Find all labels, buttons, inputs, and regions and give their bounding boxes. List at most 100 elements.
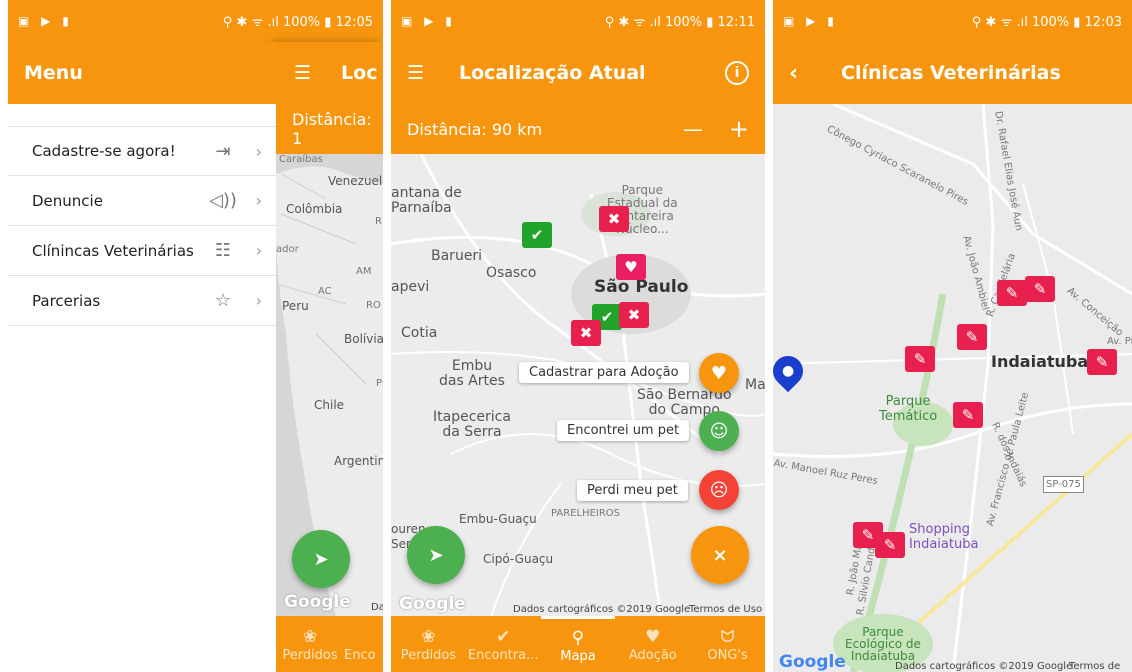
clinic-marker[interactable]: ✎ [1025, 276, 1055, 302]
chevron-right-icon: › [255, 141, 262, 161]
found-pet-marker[interactable]: ✔ [522, 222, 552, 248]
map-label-ro: RO [366, 300, 381, 311]
menu-item-denuncie[interactable]: Denuncie ◁)) › [8, 176, 276, 226]
clinic-marker[interactable]: ✎ [905, 346, 935, 372]
action-label-found[interactable]: Encontrei um pet [557, 420, 690, 441]
menu-item-cadastre[interactable]: Cadastre-se agora! ⇥ › [8, 126, 276, 176]
close-icon: × [712, 544, 728, 566]
status-left-icons: ▣ ▶ ▮ [401, 14, 456, 28]
clinic-marker[interactable]: ✎ [997, 280, 1027, 306]
map-label-parque-ecologico: Parque Ecológico de Indaiatuba [845, 625, 921, 663]
speaker-icon: ◁)) [209, 190, 237, 211]
zoom-out-button[interactable]: — [683, 117, 703, 141]
locate-button[interactable]: ➤ [407, 526, 465, 584]
syringe-icon: ✎ [913, 350, 927, 368]
nav-label: Perdidos [282, 647, 338, 663]
syringe-icon: ✎ [961, 406, 975, 424]
clinic-marker[interactable]: ✎ [875, 532, 905, 558]
syringe-icon: ✎ [883, 536, 897, 554]
background-bottom-nav: ❀ Perdidos Enco [276, 616, 383, 672]
clinic-marker[interactable]: ✎ [957, 324, 987, 350]
map-label-am: AM [356, 266, 372, 277]
close-speed-dial-button[interactable]: × [691, 526, 749, 584]
lost-action-button[interactable]: ☹ [699, 470, 739, 510]
background-app-bar: ☰ Loc [276, 42, 383, 104]
map-label-osasco: Osasco [486, 265, 537, 281]
navigation-arrow-icon: ➤ [428, 544, 444, 566]
clinics-map[interactable]: Cônego Cyriaco Scaranelo Pires Dr. Rafae… [773, 104, 1132, 672]
map-label-shopping: Shopping Indaiatuba [909, 522, 979, 552]
menu-icon[interactable]: ☰ [407, 62, 429, 84]
found-action-button[interactable]: ☺ [699, 411, 739, 451]
nav-adocao[interactable]: ♥ Adoção [615, 616, 690, 672]
terms-link[interactable]: Termos de Us [1069, 661, 1132, 672]
syringe-icon: ✎ [1005, 284, 1019, 302]
status-right: ⚲ ✱ ᯤ .ıl 100% ▮ 12:11 [604, 15, 755, 30]
nav-perdidos[interactable]: ❀ Perdidos [391, 616, 466, 672]
syringe-icon: ✎ [1095, 353, 1109, 371]
locate-button[interactable]: ➤ [292, 530, 350, 588]
star-icon: ☆ [214, 290, 232, 311]
menu-item-label: Parcerias [32, 291, 101, 310]
map-label-ma: Ma [745, 377, 765, 393]
close-icon: ✖ [627, 306, 641, 324]
background-distance: Distância: 1 [292, 110, 372, 148]
map-road-sp075: SP-075 [1043, 476, 1084, 493]
nav-perdidos[interactable]: ❀ Perdidos [276, 616, 344, 672]
action-label-lost[interactable]: Perdi meu pet [577, 480, 688, 501]
menu-icon[interactable]: ☰ [294, 62, 311, 84]
drawer-title: Menu [24, 62, 83, 84]
chevron-right-icon: › [255, 241, 262, 260]
lost-pet-marker[interactable]: ✖ [571, 320, 601, 346]
map-view[interactable]: antana de Parnaíba Parque Estadual da Ca… [391, 154, 765, 616]
check-icon: ✔ [600, 308, 614, 326]
back-icon[interactable]: ‹ [789, 61, 811, 86]
terms-link[interactable]: Termos de Uso [689, 604, 762, 615]
clinic-marker[interactable]: ✎ [1087, 349, 1117, 375]
nav-label: Adoção [628, 647, 677, 663]
nav-ongs[interactable]: ᗢ ONG's [690, 616, 765, 672]
map-label-colombia: Colômbia [286, 202, 343, 216]
close-icon: ✖ [579, 324, 593, 342]
check-icon: ✔ [496, 626, 511, 647]
nav-encontrados[interactable]: ✔ Encontra... [466, 616, 541, 672]
distance-bar: Distância: 90 km — + [391, 104, 765, 154]
clinic-marker[interactable]: ✎ [953, 402, 983, 428]
app-bar: ‹ Clínicas Veterinárias [773, 42, 1132, 104]
check-icon [344, 626, 349, 648]
menu-item-clinicas[interactable]: Clínincas Veterinárias ☷ › [8, 226, 276, 276]
nav-label: Mapa [560, 649, 596, 664]
google-logo: Google [399, 594, 466, 614]
adoption-action-button[interactable]: ♥ [699, 353, 739, 393]
nav-encontrados[interactable]: Enco [344, 616, 383, 672]
menu-item-parcerias[interactable]: Parcerias ☆ › [8, 276, 276, 326]
heart-icon: ♥ [645, 626, 661, 647]
attribution-partial: Da [371, 602, 383, 613]
login-icon: ⇥ [215, 140, 231, 162]
background-map-screen: ☰ Loc Distância: 1 Caraíbas Venezuela Co… [276, 42, 383, 672]
chevron-right-icon: › [255, 191, 262, 210]
map-label-bolivia: Bolívia [344, 332, 383, 346]
map-label-santana: antana de Parnaíba [391, 185, 462, 216]
syringe-icon: ✎ [1033, 280, 1047, 298]
status-bar: ▣ ▶ ▮ ⚲ ✱ ᯤ .ıl 100% ▮ 12:05 [8, 0, 383, 42]
paw-icon: ❀ [302, 626, 318, 647]
heart-icon: ♥ [624, 258, 638, 276]
status-right: ⚲ ✱ ᯤ .ıl 100% ▮ 12:03 [971, 15, 1122, 30]
adoption-marker[interactable]: ♥ [616, 254, 646, 280]
lost-pet-marker[interactable]: ✖ [619, 302, 649, 328]
info-icon[interactable]: i [725, 61, 749, 85]
status-bar: ▣ ▶ ▮ ⚲ ✱ ᯤ .ıl 100% ▮ 12:03 [773, 0, 1132, 42]
distance-label: Distância: 90 km [407, 119, 543, 139]
lost-pet-marker[interactable]: ✖ [599, 206, 629, 232]
menu-item-label: Denuncie [32, 191, 103, 210]
nav-mapa[interactable]: ⚲ Mapa [540, 616, 616, 672]
smile-icon: ☺ [709, 420, 729, 442]
paw-icon: ❀ [421, 626, 436, 647]
menu-item-label: Clínincas Veterinárias [32, 241, 194, 260]
drawer-header: Menu [8, 42, 276, 104]
map-label-r: R [375, 216, 382, 227]
zoom-in-button[interactable]: + [729, 115, 749, 143]
map-attribution: Dados cartográficos ©2019 Google [895, 661, 1073, 672]
action-label-adoption[interactable]: Cadastrar para Adoção [519, 362, 689, 383]
